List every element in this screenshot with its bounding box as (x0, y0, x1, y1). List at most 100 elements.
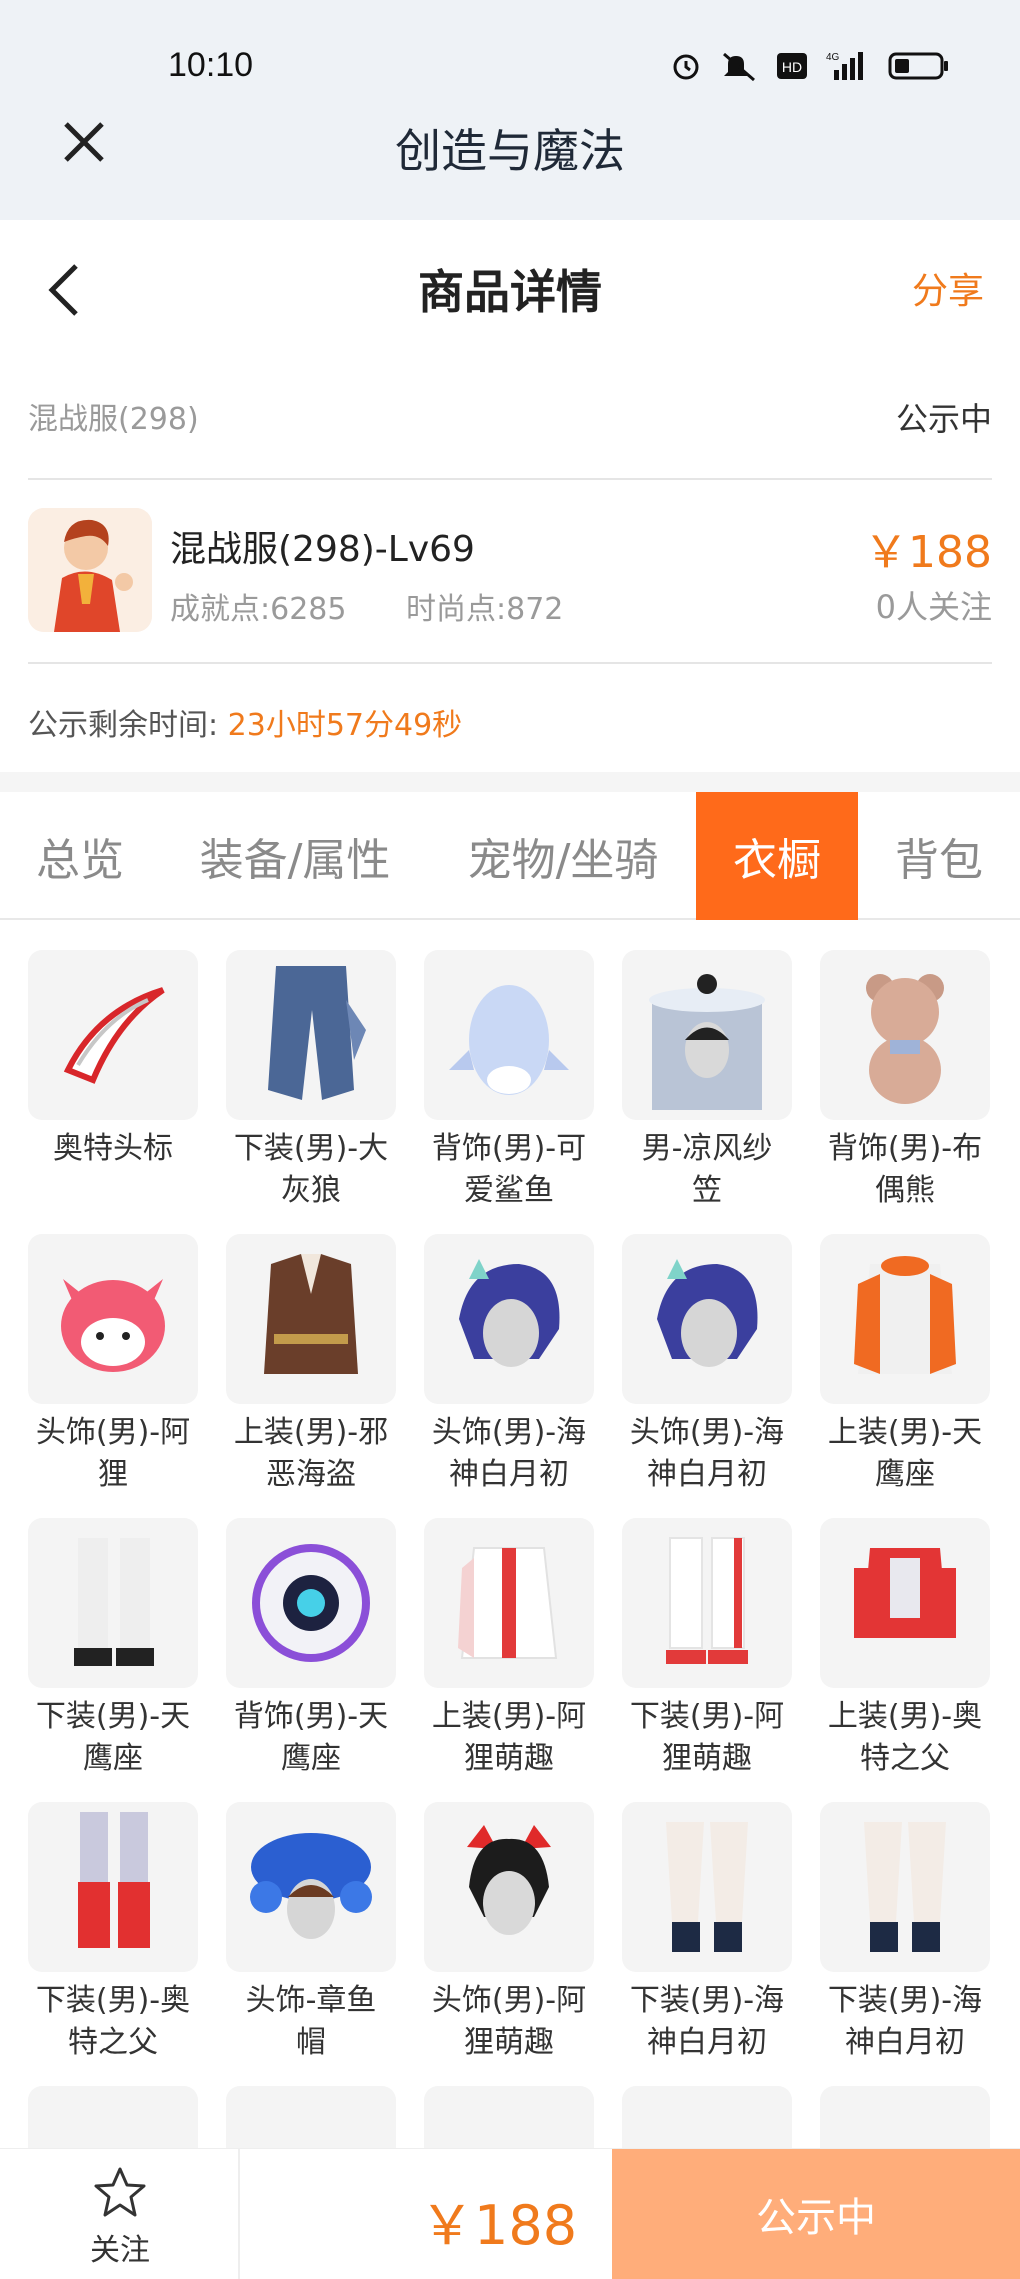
wardrobe-item[interactable]: 下装(男)-奥 特之父 (28, 1802, 198, 2064)
item-label: 头饰(男)-海 神白月初 (629, 1415, 785, 1492)
item-thumbnail (622, 1518, 792, 1688)
wardrobe-item[interactable]: 下装(男)-天 鹰座 (28, 1518, 198, 1780)
server-name: 混战服(298) (28, 402, 199, 437)
item-label: 下装(男)-大 灰狼 (233, 1131, 389, 1208)
item-thumbnail (28, 1518, 198, 1688)
battery-icon (888, 52, 948, 80)
item-label: 上装(男)-奥 特之父 (827, 1699, 983, 1776)
countdown-value: 23小时57分49秒 (227, 708, 463, 743)
item-label: 背饰(男)-可 爱鲨鱼 (431, 1131, 587, 1208)
item-label: 下装(男)-海 神白月初 (629, 1983, 785, 2060)
item-thumbnail (424, 1234, 594, 1404)
item-thumbnail (424, 1518, 594, 1688)
item-label: 头饰-章鱼帽 (245, 1983, 377, 2060)
fashion-points: 时尚点:872 (406, 592, 564, 627)
item-price: ￥188 (864, 527, 992, 578)
tab-wardrobe[interactable]: 衣橱 (696, 792, 858, 920)
publicity-button[interactable]: 公示中 (612, 2149, 1020, 2279)
item-thumbnail (622, 950, 792, 1120)
wardrobe-item[interactable]: 背饰(男)-可 爱鲨鱼 (424, 950, 594, 1212)
wardrobe-item[interactable]: 下装(男)-海 神白月初 (820, 1802, 990, 2064)
item-label: 下装(男)-天 鹰座 (35, 1699, 191, 1776)
status-badge: 公示中 (895, 400, 992, 438)
wardrobe-item[interactable]: 上装(男)-阿 狸萌趣 (424, 1518, 594, 1780)
divider (28, 478, 992, 480)
item-thumbnail (226, 950, 396, 1120)
wardrobe-item[interactable]: 头饰(男)-阿 狸萌趣 (424, 1802, 594, 2064)
svg-text:HD: HD (782, 59, 802, 75)
wardrobe-item[interactable]: 奥特头标 (28, 950, 198, 1170)
wardrobe-item[interactable]: 头饰(男)-海 神白月初 (622, 1234, 792, 1496)
item-label: 下装(男)-奥 特之父 (35, 1983, 191, 2060)
item-thumbnail (622, 1234, 792, 1404)
item-thumbnail (820, 1802, 990, 1972)
status-bar: 10:10 HD 4G 创造与魔法 (0, 0, 1020, 220)
bottom-bar: 关注 ￥188 公示中 (0, 2148, 1020, 2279)
item-thumbnail (820, 1234, 990, 1404)
follow-button[interactable]: 关注 (0, 2149, 240, 2279)
wardrobe-item[interactable]: 上装(男)-天 鹰座 (820, 1234, 990, 1496)
achievement-points: 成就点:6285 (170, 592, 347, 627)
status-icons: HD 4G (670, 50, 950, 82)
divider (28, 662, 992, 664)
wardrobe-item[interactable]: 下装(男)-海 神白月初 (622, 1802, 792, 2064)
page-header: 商品详情 分享 (0, 220, 1020, 352)
item-thumbnail (820, 950, 990, 1120)
tab-bag[interactable]: 背包 (858, 792, 1020, 920)
item-thumbnail (28, 1802, 198, 1972)
item-label: 上装(男)-天 鹰座 (827, 1415, 983, 1492)
item-thumbnail (226, 1234, 396, 1404)
signal-4g-icon: 4G (826, 52, 863, 80)
item-label: 男-凉风纱笠 (641, 1131, 773, 1208)
item-thumbnail (226, 1802, 396, 1972)
svg-text:4G: 4G (826, 52, 840, 63)
item-thumbnail (28, 1234, 198, 1404)
status-time: 10:10 (168, 46, 254, 84)
tab-bar: 总览 装备/属性 宠物/坐骑 衣橱 背包 (0, 792, 1020, 920)
item-label: 背饰(男)-布 偶熊 (827, 1131, 983, 1208)
follow-label: 关注 (90, 2233, 150, 2268)
wardrobe-item[interactable]: 下装(男)-阿 狸萌趣 (622, 1518, 792, 1780)
bottom-price: ￥188 (420, 2194, 578, 2257)
wardrobe-item[interactable]: 上装(男)-奥 特之父 (820, 1518, 990, 1780)
item-label: 上装(男)-阿 狸萌趣 (431, 1699, 587, 1776)
wardrobe-item[interactable]: 头饰(男)-海 神白月初 (424, 1234, 594, 1496)
item-thumbnail (28, 950, 198, 1120)
item-title: 混战服(298)-Lv69 (170, 529, 475, 570)
item-label: 下装(男)-阿 狸萌趣 (629, 1699, 785, 1776)
wardrobe-item[interactable]: 头饰(男)-阿狸 (28, 1234, 198, 1496)
item-label: 下装(男)-海 神白月初 (827, 1983, 983, 2060)
item-card: 混战服(298)-Lv69 成就点:6285 时尚点:872 ￥188 0人关注 (28, 504, 992, 634)
item-thumbnail (424, 1802, 594, 1972)
mute-icon (723, 52, 755, 82)
tab-equipment[interactable]: 装备/属性 (180, 792, 410, 920)
countdown: 公示剩余时间: 23小时57分49秒 (28, 700, 462, 744)
countdown-label: 公示剩余时间: (28, 708, 219, 743)
share-button[interactable]: 分享 (912, 262, 984, 314)
follower-count: 0人关注 (875, 588, 992, 626)
tab-overview[interactable]: 总览 (0, 792, 160, 920)
item-label: 头饰(男)-阿 狸萌趣 (431, 1983, 587, 2060)
item-thumbnail (820, 1518, 990, 1688)
wardrobe-item[interactable]: 上装(男)-邪 恶海盗 (226, 1234, 396, 1496)
wardrobe-item[interactable]: 背饰(男)-布 偶熊 (820, 950, 990, 1212)
wardrobe-item[interactable]: 男-凉风纱笠 (622, 950, 792, 1212)
page-title: 商品详情 (418, 265, 602, 319)
wardrobe-item[interactable]: 下装(男)-大 灰狼 (226, 950, 396, 1212)
item-thumbnail (622, 1802, 792, 1972)
wardrobe-item[interactable]: 头饰-章鱼帽 (226, 1802, 396, 2064)
alarm-icon (673, 54, 699, 80)
avatar (28, 508, 152, 632)
app-title: 创造与魔法 (395, 124, 625, 178)
item-label: 背饰(男)-天 鹰座 (233, 1699, 389, 1776)
tab-pets[interactable]: 宠物/坐骑 (448, 792, 678, 920)
item-thumbnail (226, 1518, 396, 1688)
star-icon (94, 2167, 146, 2217)
server-row: 混战服(298) 公示中 (28, 390, 992, 440)
item-label: 头饰(男)-阿狸 (35, 1415, 191, 1492)
wardrobe-item[interactable]: 背饰(男)-天 鹰座 (226, 1518, 396, 1780)
item-label: 上装(男)-邪 恶海盗 (233, 1415, 389, 1492)
item-label: 奥特头标 (53, 1131, 173, 1166)
section-gap (0, 772, 1020, 792)
hd-icon: HD (777, 53, 807, 79)
